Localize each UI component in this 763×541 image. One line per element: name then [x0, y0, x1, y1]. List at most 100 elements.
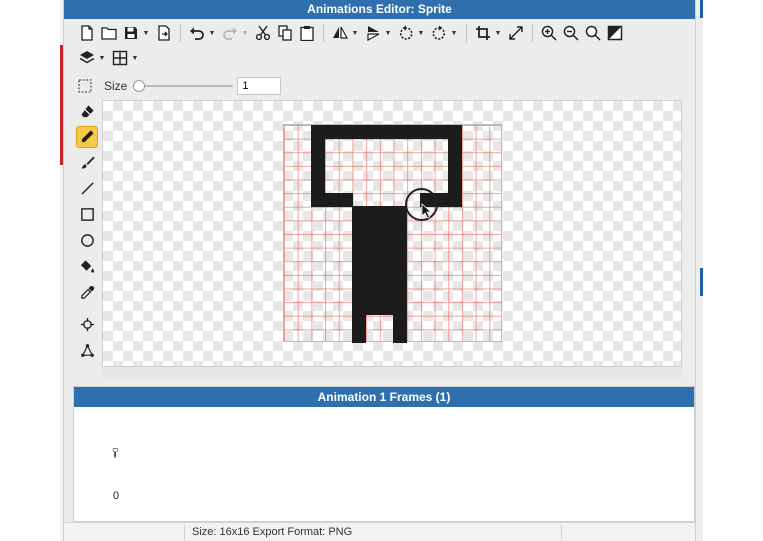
canvas-scrollbar[interactable]	[102, 367, 682, 377]
sprite-pixel	[447, 138, 462, 153]
status-divider	[561, 525, 562, 540]
sprite-pixel	[311, 125, 326, 140]
export-icon	[158, 25, 170, 41]
sprite-pixel	[379, 247, 394, 262]
flip-vertical-dropdown-caret[interactable]: ▼	[384, 30, 392, 37]
sprite-pixel	[379, 301, 394, 316]
flip-vertical-button[interactable]	[362, 22, 384, 44]
transform-points-tool[interactable]	[76, 339, 98, 361]
fill-bucket-icon	[80, 260, 94, 273]
window-title-bar: Animations Editor: Sprite	[64, 0, 695, 19]
sprite-pixel	[393, 260, 408, 275]
flip-horizontal-dropdown-caret[interactable]: ▼	[351, 30, 359, 37]
selection-marquee-icon[interactable]	[78, 79, 92, 93]
line-tool[interactable]	[76, 178, 98, 200]
rotate-ccw-dropdown-caret[interactable]: ▼	[417, 30, 425, 37]
zoom-out-button[interactable]	[560, 22, 582, 44]
save-icon	[125, 27, 137, 39]
eraser-icon	[80, 104, 94, 117]
eyedropper-tool[interactable]	[76, 281, 98, 303]
sprite-pixel	[393, 219, 408, 234]
frame-thumbnail[interactable]	[112, 448, 119, 458]
grid-dropdown-caret[interactable]: ▼	[131, 55, 139, 62]
sprite-pixel	[352, 125, 367, 140]
crop-dropdown-caret[interactable]: ▼	[494, 30, 502, 37]
size-label: Size	[104, 79, 128, 93]
sprite-pixel	[352, 219, 367, 234]
undo-icon	[190, 27, 204, 40]
grid-button[interactable]	[109, 47, 131, 69]
sprite-pixel	[420, 125, 435, 140]
crop-button[interactable]	[472, 22, 494, 44]
redo-button[interactable]	[219, 22, 241, 44]
undo-button[interactable]	[186, 22, 208, 44]
eraser-tool[interactable]	[76, 100, 98, 122]
size-slider-thumb[interactable]	[133, 80, 146, 92]
sprite-pixel	[393, 233, 408, 248]
sprite-pixel	[365, 301, 380, 316]
cut-button[interactable]	[252, 22, 274, 44]
rotate-ccw-button[interactable]	[395, 22, 417, 44]
zoom-in-button[interactable]	[538, 22, 560, 44]
layers-button[interactable]	[76, 47, 98, 69]
line-icon	[80, 182, 94, 195]
sprite-pixel	[352, 206, 367, 221]
paste-icon	[300, 26, 314, 41]
sprite-pixel	[352, 301, 367, 316]
size-slider[interactable]	[133, 79, 234, 93]
move-origin-tool[interactable]	[76, 313, 98, 335]
status-bar: Size: 16x16 Export Format: PNG	[64, 522, 695, 541]
eyedropper-icon	[80, 285, 94, 299]
sprite-pixel	[352, 274, 367, 289]
rotate-cw-icon	[432, 25, 446, 40]
paste-button[interactable]	[296, 22, 318, 44]
status-text: Size: 16x16 Export Format: PNG	[192, 526, 353, 538]
redo-dropdown-caret[interactable]: ▼	[241, 30, 249, 37]
resize-button[interactable]	[505, 22, 527, 44]
toolbar-separator	[466, 24, 467, 42]
status-divider	[184, 525, 185, 540]
sprite-pixel	[393, 328, 408, 343]
sprite-pixel	[379, 287, 394, 302]
rotate-ccw-icon	[399, 25, 413, 40]
sprite-pixel	[393, 274, 408, 289]
resize-icon	[509, 26, 523, 40]
fill-bucket-tool[interactable]	[76, 255, 98, 277]
sprite-pixel-grid[interactable]	[283, 124, 502, 343]
toggle-background-button[interactable]	[604, 22, 626, 44]
new-file-button[interactable]	[76, 22, 98, 44]
window-title: Animations Editor: Sprite	[307, 2, 452, 16]
zoom-in-icon	[541, 25, 557, 41]
main-toolbar: ▼ ▼ ▼ ▼ ▼ ▼ ▼ ▼	[76, 21, 626, 45]
sprite-pixel	[447, 152, 462, 167]
save-dropdown-caret[interactable]: ▼	[142, 30, 150, 37]
layers-dropdown-caret[interactable]: ▼	[98, 55, 106, 62]
zoom-fit-button[interactable]	[582, 22, 604, 44]
animations-editor-window: Animations Editor: Sprite ▼ ▼ ▼ ▼ ▼ ▼ ▼ …	[63, 0, 696, 541]
rectangle-icon	[80, 208, 94, 221]
sprite-pixel	[352, 328, 367, 343]
toolbar-separator	[180, 24, 181, 42]
flip-horizontal-button[interactable]	[329, 22, 351, 44]
sprite-pixel	[393, 125, 408, 140]
rectangle-tool[interactable]	[76, 204, 98, 226]
frame-index-label: 0	[113, 490, 120, 502]
toolbar-separator	[532, 24, 533, 42]
size-input[interactable]	[237, 77, 282, 95]
sprite-pixel	[365, 247, 380, 262]
cut-icon	[255, 25, 271, 41]
transform-points-icon	[80, 343, 94, 357]
undo-dropdown-caret[interactable]: ▼	[208, 30, 216, 37]
rotate-cw-button[interactable]	[428, 22, 450, 44]
save-button[interactable]	[120, 22, 142, 44]
rotate-cw-dropdown-caret[interactable]: ▼	[450, 30, 458, 37]
export-button[interactable]	[153, 22, 175, 44]
brush-tool[interactable]	[76, 152, 98, 174]
ellipse-tool[interactable]	[76, 229, 98, 251]
zoom-out-icon	[563, 25, 579, 41]
flip-vertical-icon	[367, 26, 380, 41]
open-button[interactable]	[98, 22, 120, 44]
copy-button[interactable]	[274, 22, 296, 44]
pencil-icon	[81, 130, 94, 143]
pencil-tool[interactable]	[76, 125, 98, 148]
